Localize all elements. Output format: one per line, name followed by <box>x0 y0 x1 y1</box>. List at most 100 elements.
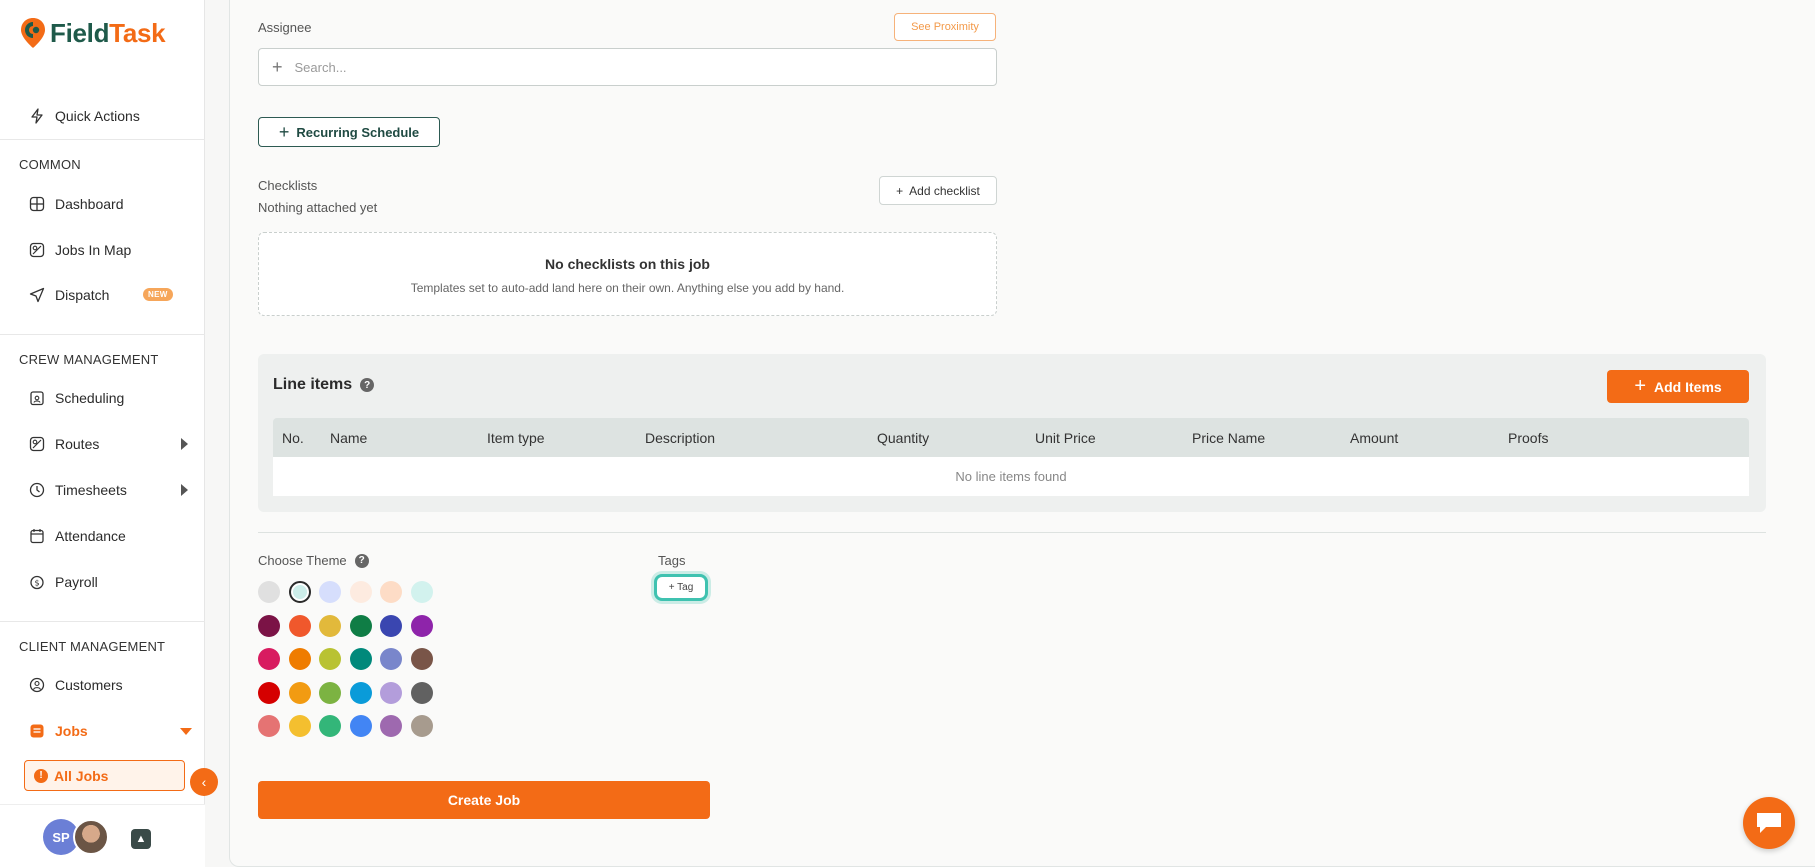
sidebar-item-dashboard[interactable]: Dashboard <box>28 192 188 216</box>
sidebar-item-attendance[interactable]: Attendance <box>28 524 188 548</box>
briefcase-icon <box>28 722 46 740</box>
see-proximity-button[interactable]: See Proximity <box>894 13 996 41</box>
chat-button[interactable] <box>1743 797 1795 849</box>
logo[interactable]: FieldTask <box>20 16 166 50</box>
sidebar-divider <box>0 139 205 140</box>
theme-swatch[interactable] <box>319 715 341 737</box>
recurring-schedule-button[interactable]: + Recurring Schedule <box>258 117 440 147</box>
theme-swatch[interactable] <box>288 581 311 603</box>
sidebar-item-label: Customers <box>55 677 123 693</box>
route-icon <box>28 435 46 453</box>
checklist-empty-state: No checklists on this job Templates set … <box>258 232 997 316</box>
theme-swatch[interactable] <box>410 681 433 704</box>
collapse-sidebar-button[interactable]: ‹ <box>190 768 218 796</box>
sidebar-footer: SP ▲ <box>0 804 205 867</box>
add-tag-button[interactable]: + Tag <box>654 574 708 601</box>
line-items-header: Line items ? <box>273 376 375 394</box>
section-divider <box>258 532 1766 533</box>
theme-swatch[interactable] <box>319 614 341 637</box>
theme-swatch[interactable] <box>410 614 433 637</box>
theme-swatch[interactable] <box>288 614 311 637</box>
checklists-label: Checklists <box>258 178 318 193</box>
add-items-button[interactable]: + Add Items <box>1607 370 1749 403</box>
sidebar-item-label: Dashboard <box>55 196 124 212</box>
sidebar-divider <box>0 621 205 622</box>
sidebar-item-label: Jobs <box>55 723 88 739</box>
theme-swatch[interactable] <box>258 681 280 704</box>
sidebar-divider <box>0 334 205 335</box>
theme-swatch[interactable] <box>258 614 280 637</box>
chevron-up-icon[interactable]: ▲ <box>131 829 151 849</box>
theme-swatch[interactable] <box>349 681 372 704</box>
sidebar-item-jobs-in-map[interactable]: Jobs In Map <box>28 238 188 262</box>
calendar-icon <box>28 527 46 545</box>
sidebar-item-all-jobs[interactable]: ! All Jobs <box>24 760 185 791</box>
choose-theme-label: Choose Theme <box>258 553 347 568</box>
sidebar: FieldTask Quick Actions COMMON Dashboard… <box>0 0 205 867</box>
grid-icon <box>28 195 46 213</box>
svg-text:$: $ <box>34 579 39 588</box>
theme-swatch[interactable] <box>410 648 433 670</box>
theme-swatch[interactable] <box>380 581 402 603</box>
line-items-table-header: No. Name Item type Description Quantity … <box>273 418 1749 457</box>
empty-description: Templates set to auto-add land here on t… <box>410 281 845 295</box>
sidebar-item-payroll[interactable]: $ Payroll <box>28 570 188 594</box>
theme-swatch[interactable] <box>380 681 402 704</box>
add-checklist-button[interactable]: + Add checklist <box>879 176 997 205</box>
column-header: Quantity <box>877 430 930 446</box>
add-checklist-label: Add checklist <box>909 183 980 198</box>
chat-icon <box>1757 813 1781 833</box>
create-job-button[interactable]: Create Job <box>258 781 710 819</box>
plus-icon: + <box>1634 375 1646 397</box>
theme-swatch[interactable] <box>410 581 433 603</box>
theme-swatch[interactable] <box>380 614 402 637</box>
theme-swatch[interactable] <box>349 581 372 603</box>
caret-right-icon <box>181 484 188 496</box>
help-icon[interactable]: ? <box>354 553 369 568</box>
theme-swatch[interactable] <box>380 648 402 670</box>
recurring-schedule-label: Recurring Schedule <box>296 124 420 140</box>
column-header: Unit Price <box>1035 430 1096 446</box>
sidebar-item-label: Jobs In Map <box>55 242 132 258</box>
theme-swatch[interactable] <box>410 715 433 737</box>
caret-down-icon <box>180 728 192 735</box>
line-items-empty-row: No line items found <box>273 457 1749 496</box>
sidebar-item-label: All Jobs <box>54 767 109 784</box>
column-header: Amount <box>1350 430 1399 446</box>
section-label-client: CLIENT MANAGEMENT <box>19 639 166 654</box>
theme-swatch[interactable] <box>319 648 341 670</box>
theme-swatch[interactable] <box>258 648 280 670</box>
sidebar-item-label: Scheduling <box>55 390 125 406</box>
theme-swatch[interactable] <box>258 715 280 737</box>
avatar-photo[interactable] <box>73 819 109 855</box>
sidebar-item-label: Timesheets <box>55 482 127 498</box>
theme-swatch[interactable] <box>319 581 341 603</box>
theme-swatch[interactable] <box>258 581 280 603</box>
theme-swatch[interactable] <box>349 614 372 637</box>
theme-swatch[interactable] <box>349 648 372 670</box>
line-items-panel: Line items ? + Add Items No. Name Item t… <box>258 354 1766 512</box>
sidebar-item-label: Dispatch <box>55 287 110 303</box>
sidebar-item-quick-actions[interactable]: Quick Actions <box>28 104 188 128</box>
sidebar-item-timesheets[interactable]: Timesheets <box>28 478 188 502</box>
column-header: Item type <box>487 430 545 446</box>
assignee-label: Assignee <box>258 20 312 35</box>
choose-theme-header: Choose Theme ? <box>258 553 369 568</box>
empty-title: No checklists on this job <box>545 256 710 272</box>
help-icon[interactable]: ? <box>360 378 375 392</box>
info-icon: ! <box>34 768 48 783</box>
user-circle-icon <box>28 676 46 694</box>
line-items-title: Line items <box>273 376 353 393</box>
column-header: Price Name <box>1192 430 1266 446</box>
theme-swatch[interactable] <box>380 715 402 737</box>
theme-swatch[interactable] <box>288 648 311 670</box>
assignee-search-input[interactable]: + Search... <box>258 48 997 86</box>
theme-swatch[interactable] <box>288 715 311 737</box>
sidebar-item-jobs[interactable]: Jobs <box>28 719 192 743</box>
sidebar-item-customers[interactable]: Customers <box>28 673 188 697</box>
sidebar-item-scheduling[interactable]: Scheduling <box>28 386 188 410</box>
theme-swatch[interactable] <box>288 681 311 704</box>
sidebar-item-routes[interactable]: Routes <box>28 432 188 456</box>
theme-swatch[interactable] <box>349 715 372 737</box>
theme-swatch[interactable] <box>319 681 341 704</box>
